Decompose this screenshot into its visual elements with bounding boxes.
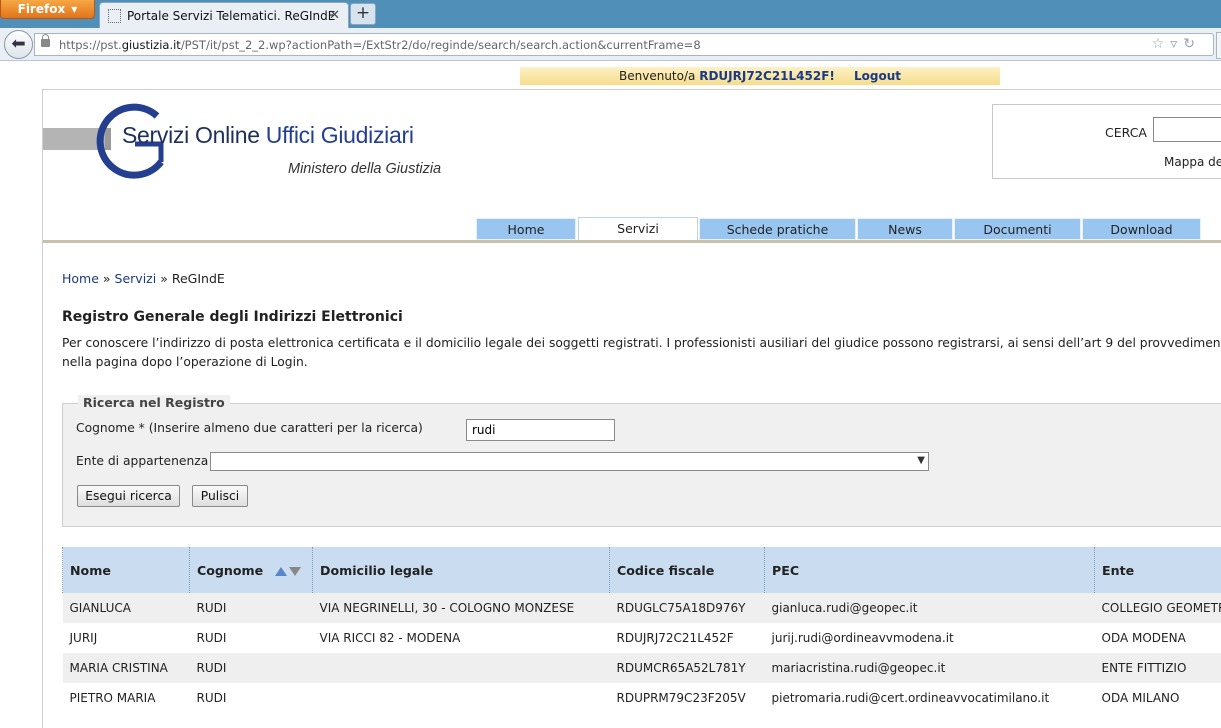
bookmark-star-icon[interactable]: ☆▿↻	[1152, 36, 1201, 52]
welcome-bar: Benvenuto/a RDUJRJ72C21L452F! Logout	[520, 67, 1000, 85]
chevron-down-icon: ▼	[71, 4, 78, 14]
column-header-cognome[interactable]: Cognome	[189, 547, 313, 593]
cell-codice-fiscale: RDUPRM79C23F205V	[616, 691, 746, 705]
lock-icon	[41, 34, 50, 47]
table-row: GIANLUCA RUDI VIA NEGRINELLI, 30 - COLOG…	[62, 593, 1221, 623]
cell-nome: GIANLUCA	[62, 593, 190, 623]
cell-cognome: RUDI	[189, 593, 313, 623]
column-header-codice-fiscale[interactable]: Codice fiscale	[609, 547, 765, 593]
url-text: https://pst.giustizia.it/PST/it/pst_2_2.…	[59, 38, 701, 52]
clear-button[interactable]: Pulisci	[192, 485, 248, 507]
tab-documenti[interactable]: Documenti	[954, 218, 1081, 240]
firefox-menu-label: Firefox	[17, 2, 66, 16]
cell-cognome: RUDI	[196, 631, 227, 645]
search-button[interactable]: Esegui ricerca	[77, 485, 180, 507]
intro-text: Per conoscere l’indirizzo di posta elett…	[62, 334, 1221, 372]
intro-line: nella pagina dopo l’operazione di Login.	[62, 355, 308, 369]
cell-codice-fiscale: RDUMCR65A52L781Y	[609, 653, 765, 683]
tab-download[interactable]: Download	[1082, 218, 1201, 240]
cell-nome: JURIJ	[69, 631, 98, 645]
welcome-text: Benvenuto/a	[619, 69, 696, 83]
cell-nome: PIETRO MARIA	[69, 691, 156, 705]
cell-ente: COLLEGIO GEOMETRI	[1094, 593, 1221, 623]
back-arrow-icon[interactable]: ⬅	[4, 30, 33, 59]
browser-nav-bar: ⬅ https://pst.giustizia.it/PST/it/pst_2_…	[0, 28, 1221, 61]
table-row: PIETRO MARIA RUDI RDUPRM79C23F205V pietr…	[63, 683, 1221, 713]
sitemap-link[interactable]: Mappa del	[1164, 155, 1221, 169]
page-border	[42, 90, 43, 728]
search-label: CERCA	[1105, 125, 1147, 140]
nav-underline	[43, 240, 1221, 243]
cell-pec: pietromaria.rudi@cert.ordineavvocatimila…	[771, 691, 1050, 705]
user-link[interactable]: RDUJRJ72C21L452F!	[699, 69, 835, 83]
close-icon[interactable]: ✕	[329, 8, 340, 23]
page-border	[42, 89, 1221, 90]
column-header-nome[interactable]: Nome	[62, 547, 190, 593]
browser-tab[interactable]: Portale Servizi Telematici. ReGIndE ✕	[99, 2, 349, 28]
address-bar[interactable]: https://pst.giustizia.it/PST/it/pst_2_2.…	[34, 33, 1214, 56]
column-header-pec[interactable]: PEC	[764, 547, 1095, 593]
cell-codice-fiscale: RDUGLC75A18D976Y	[609, 593, 765, 623]
breadcrumb-separator: »	[160, 271, 168, 286]
cell-pec: gianluca.rudi@geopec.it	[764, 593, 1095, 623]
logo-subtitle: Ministero della Giustizia	[288, 161, 442, 177]
chevron-down-icon: ▼	[917, 455, 925, 466]
cell-cognome: RUDI	[189, 653, 313, 683]
breadcrumb: Home » Servizi » ReGIndE	[62, 271, 225, 286]
site-search-input[interactable]	[1153, 117, 1221, 142]
breadcrumb-home[interactable]: Home	[62, 271, 99, 286]
cognome-input[interactable]	[466, 419, 615, 441]
tab-home[interactable]: Home	[476, 218, 576, 240]
browser-tab-title: Portale Servizi Telematici. ReGIndE	[127, 8, 336, 23]
toolbar-button[interactable]	[1216, 32, 1221, 59]
tab-schede-pratiche[interactable]: Schede pratiche	[699, 218, 856, 240]
cell-domicilio: VIA RICCI 82 - MODENA	[319, 631, 461, 645]
breadcrumb-current: ReGIndE	[171, 271, 225, 286]
table-row: MARIA CRISTINA RUDI RDUMCR65A52L781Y mar…	[62, 653, 1221, 683]
ente-select[interactable]: ▼	[210, 452, 929, 471]
intro-line: Per conoscere l’indirizzo di posta elett…	[62, 336, 1221, 350]
sort-descending-icon[interactable]	[289, 566, 302, 576]
cell-ente: ODA MODENA	[1101, 631, 1186, 645]
column-header-ente[interactable]: Ente	[1094, 547, 1221, 593]
search-form-legend: Ricerca nel Registro	[78, 395, 230, 410]
sort-ascending-icon[interactable]	[275, 566, 288, 576]
ente-label: Ente di appartenenza	[76, 454, 209, 468]
cell-domicilio: VIA NEGRINELLI, 30 - COLOGNO MONZESE	[312, 593, 610, 623]
cell-codice-fiscale: RDUJRJ72C21L452F	[616, 631, 734, 645]
cell-pec: mariacristina.rudi@geopec.it	[764, 653, 1095, 683]
table-row: JURIJ RUDI VIA RICCI 82 - MODENA RDUJRJ7…	[63, 623, 1221, 653]
cell-ente: ODA MILANO	[1101, 691, 1180, 705]
new-tab-button[interactable]: +	[350, 3, 376, 25]
logo-word-uffici: Uffici Giudiziari	[265, 122, 414, 148]
table-header-row: Nome Cognome Domicilio legale Codice fis…	[62, 547, 1221, 593]
cell-nome: MARIA CRISTINA	[62, 653, 190, 683]
browser-tab-bar: Firefox ▼ Portale Servizi Telematici. Re…	[0, 0, 1221, 28]
site-logo-title[interactable]: Servizi Online Uffici Giudiziari	[122, 122, 414, 149]
logo-word-servizi: Servizi Online	[122, 122, 266, 148]
logout-link[interactable]: Logout	[854, 69, 901, 83]
cell-domicilio	[313, 683, 610, 713]
cell-ente: ENTE FITTIZIO	[1094, 653, 1221, 683]
breadcrumb-servizi[interactable]: Servizi	[115, 271, 157, 286]
breadcrumb-separator: »	[102, 271, 111, 286]
column-header-domicilio[interactable]: Domicilio legale	[312, 547, 610, 593]
firefox-menu-button[interactable]: Firefox ▼	[0, 0, 95, 19]
cell-pec: jurij.rudi@ordineavvmodena.it	[771, 631, 954, 645]
cell-domicilio	[312, 653, 610, 683]
page-title: Registro Generale degli Indirizzi Elettr…	[62, 309, 403, 325]
cognome-label: Cognome * (Inserire almeno due caratteri…	[76, 421, 423, 435]
results-table: Nome Cognome Domicilio legale Codice fis…	[62, 547, 1221, 713]
cell-cognome: RUDI	[196, 691, 227, 705]
page-icon	[108, 8, 121, 23]
tab-news[interactable]: News	[857, 218, 953, 240]
